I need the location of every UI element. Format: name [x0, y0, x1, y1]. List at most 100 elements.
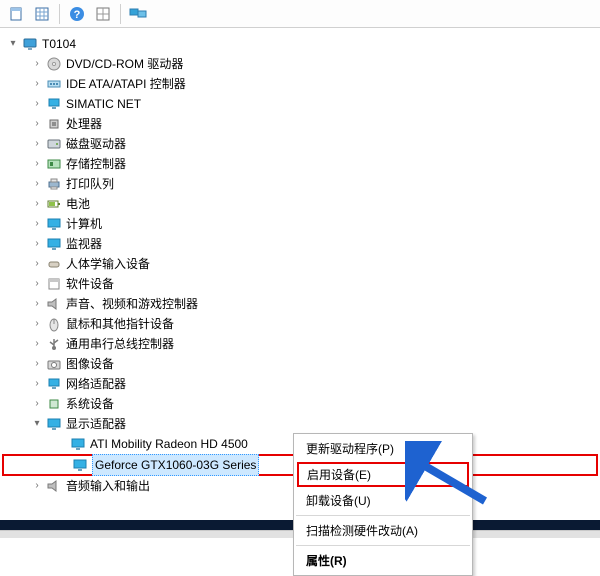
expand-icon[interactable]: › [30, 297, 44, 311]
tree-category[interactable]: › 处理器 [2, 114, 598, 134]
context-menu: 更新驱动程序(P) 启用设备(E) 卸载设备(U) 扫描检测硬件改动(A) 属性… [293, 433, 473, 576]
tree-spacer [54, 437, 68, 451]
toolbar-help-btn[interactable]: ? [65, 3, 89, 25]
menu-enable-device[interactable]: 启用设备(E) [297, 462, 469, 487]
toolbar-btn-1[interactable] [4, 3, 28, 25]
disc-icon [46, 56, 62, 72]
file-icon [9, 7, 23, 21]
controller-icon [46, 76, 62, 92]
audio-icon [46, 296, 62, 312]
toolbar-btn-2[interactable] [30, 3, 54, 25]
monitor-icon [46, 216, 62, 232]
category-label: 显示适配器 [66, 414, 126, 434]
expand-icon[interactable]: › [30, 337, 44, 351]
device-label: ATI Mobility Radeon HD 4500 [90, 434, 248, 454]
category-label: 监视器 [66, 234, 102, 254]
menu-uninstall-device[interactable]: 卸载设备(U) [296, 488, 470, 513]
toolbar-grid2-btn[interactable] [91, 3, 115, 25]
category-label: 磁盘驱动器 [66, 134, 126, 154]
category-label: 鼠标和其他指针设备 [66, 314, 174, 334]
expand-icon[interactable]: › [30, 377, 44, 391]
expand-icon[interactable]: › [30, 277, 44, 291]
category-label: 软件设备 [66, 274, 114, 294]
tree-category[interactable]: › 存储控制器 [2, 154, 598, 174]
tree-category[interactable]: › SIMATIC NET [2, 94, 598, 114]
expand-icon[interactable]: › [30, 237, 44, 251]
grid-icon [35, 7, 49, 21]
toolbar: ? [0, 0, 600, 28]
battery-icon [46, 196, 62, 212]
menu-update-driver[interactable]: 更新驱动程序(P) [296, 436, 470, 461]
device-tree: ▾ T0104 › DVD/CD-ROM 驱动器 › IDE ATA/ATAPI… [0, 28, 600, 502]
root-label: T0104 [42, 34, 76, 54]
tree-category[interactable]: › 打印队列 [2, 174, 598, 194]
computer-icon [22, 36, 38, 52]
category-label: 图像设备 [66, 354, 114, 374]
category-label: 音频输入和输出 [66, 476, 150, 496]
toolbar-separator [59, 4, 60, 24]
toolbar-separator [120, 4, 121, 24]
expand-icon[interactable]: › [30, 357, 44, 371]
monitors-icon [129, 7, 147, 21]
cpu-icon [46, 116, 62, 132]
category-label: 打印队列 [66, 174, 114, 194]
tree-category[interactable]: › 系统设备 [2, 394, 598, 414]
audio-icon [46, 478, 62, 494]
expand-icon[interactable]: › [30, 137, 44, 151]
tree-category[interactable]: › 图像设备 [2, 354, 598, 374]
category-label: SIMATIC NET [66, 94, 141, 114]
expand-icon[interactable]: › [30, 117, 44, 131]
tree-category[interactable]: › 计算机 [2, 214, 598, 234]
menu-properties[interactable]: 属性(R) [296, 548, 470, 573]
category-label: 处理器 [66, 114, 102, 134]
menu-scan-hardware[interactable]: 扫描检测硬件改动(A) [296, 518, 470, 543]
tree-category[interactable]: › 声音、视频和游戏控制器 [2, 294, 598, 314]
category-label: IDE ATA/ATAPI 控制器 [66, 74, 186, 94]
tree-category-display-adapter[interactable]: ▾ 显示适配器 [2, 414, 598, 434]
category-label: DVD/CD-ROM 驱动器 [66, 54, 183, 74]
tree-category[interactable]: › DVD/CD-ROM 驱动器 [2, 54, 598, 74]
tree-category[interactable]: › IDE ATA/ATAPI 控制器 [2, 74, 598, 94]
expand-icon[interactable]: › [30, 397, 44, 411]
expand-icon[interactable]: › [30, 157, 44, 171]
expand-icon[interactable]: › [30, 177, 44, 191]
tree-root[interactable]: ▾ T0104 [2, 34, 598, 54]
tree-category[interactable]: › 鼠标和其他指针设备 [2, 314, 598, 334]
device-label: Geforce GTX1060-03G Series [92, 454, 259, 476]
monitor-icon [46, 416, 62, 432]
tree-category[interactable]: › 软件设备 [2, 274, 598, 294]
svg-text:?: ? [74, 9, 81, 21]
tree-category[interactable]: › 通用串行总线控制器 [2, 334, 598, 354]
monitor-icon [46, 236, 62, 252]
tree-category[interactable]: › 监视器 [2, 234, 598, 254]
expand-icon[interactable]: › [30, 57, 44, 71]
menu-separator [296, 545, 470, 546]
expand-icon[interactable]: › [30, 97, 44, 111]
tree-category[interactable]: › 磁盘驱动器 [2, 134, 598, 154]
software-icon [46, 276, 62, 292]
mouse-icon [46, 316, 62, 332]
expand-icon[interactable]: › [30, 317, 44, 331]
usb-icon [46, 336, 62, 352]
expand-icon[interactable]: › [30, 257, 44, 271]
toolbar-monitors-btn[interactable] [126, 3, 150, 25]
menu-separator [296, 515, 470, 516]
expand-icon[interactable]: › [30, 479, 44, 493]
disk-icon [46, 136, 62, 152]
collapse-icon[interactable]: ▾ [30, 417, 44, 431]
tree-spacer [56, 458, 70, 472]
help-icon: ? [69, 6, 85, 22]
expand-icon[interactable]: › [30, 197, 44, 211]
expand-icon[interactable]: ▾ [6, 37, 20, 51]
expand-icon[interactable]: › [30, 217, 44, 231]
tree-category[interactable]: › 人体学输入设备 [2, 254, 598, 274]
printer-icon [46, 176, 62, 192]
tree-category[interactable]: › 网络适配器 [2, 374, 598, 394]
monitor-icon [72, 457, 88, 473]
tree-category[interactable]: › 电池 [2, 194, 598, 214]
network-icon [46, 96, 62, 112]
category-label: 声音、视频和游戏控制器 [66, 294, 198, 314]
camera-icon [46, 356, 62, 372]
category-label: 通用串行总线控制器 [66, 334, 174, 354]
expand-icon[interactable]: › [30, 77, 44, 91]
